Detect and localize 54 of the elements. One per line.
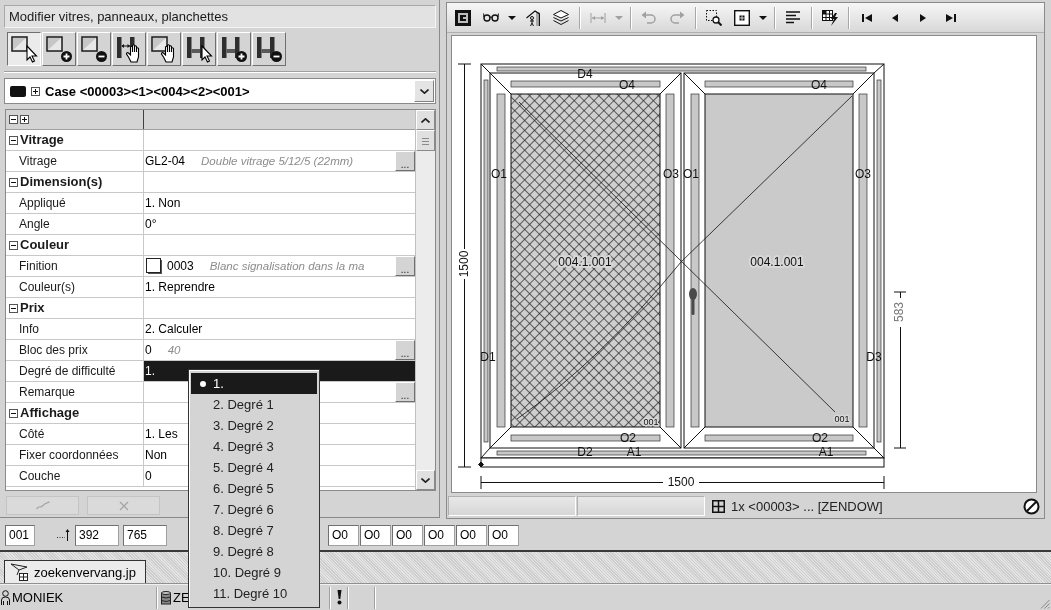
property-note: Double vitrage 5/12/5 (22mm) <box>201 155 354 167</box>
dimension-label: 1500 <box>667 475 695 489</box>
profile-label: O1 <box>491 167 507 181</box>
property-label: Couleur(s) <box>6 277 144 298</box>
property-label: Côté <box>6 424 144 445</box>
pane-label: 004.1.001 <box>750 255 804 269</box>
pane-code: 001 <box>834 414 850 424</box>
category-title: Dimension(s) <box>20 173 103 191</box>
property-label: Fixer coordonnées <box>6 445 144 466</box>
profile-label: D1 <box>480 350 496 364</box>
dimension-label: 583 <box>892 302 906 322</box>
status-text: 1x <00003> ... [ZENDOW] <box>731 498 883 514</box>
panel-title: Modifier vitres, panneaux, planchettes <box>4 5 436 28</box>
category-title: Prix <box>20 299 45 317</box>
profile-label: O2 <box>620 431 636 445</box>
dimension-label: 1500 <box>457 250 471 278</box>
category-title: Couleur <box>20 236 70 254</box>
property-note: Blanc signalisation dans la ma <box>209 260 365 272</box>
property-note: 40 <box>167 344 181 356</box>
property-label: Angle <box>6 214 144 235</box>
profile-label: O4 <box>619 78 635 92</box>
profile-label: O4 <box>811 78 827 92</box>
property-label: Couche <box>6 466 144 487</box>
profile-label: D3 <box>866 350 882 364</box>
property-label: Vitrage <box>6 151 144 172</box>
property-label: Remarque <box>6 382 144 403</box>
profile-label: O2 <box>812 431 828 445</box>
database-name: ZE <box>173 590 190 605</box>
profile-label: D2 <box>577 445 593 459</box>
property-label: Info <box>6 319 144 340</box>
profile-label: A1 <box>626 445 642 459</box>
profile-label: O1 <box>683 167 699 181</box>
category-title: Vitrage <box>20 131 64 149</box>
property-value: 0003 <box>167 259 194 273</box>
property-value: 2. Calculer <box>145 322 203 336</box>
property-label: Appliqué <box>6 193 144 214</box>
property-value: 1. <box>145 364 155 378</box>
case-title: Case <00003><1><004><2><001> <box>45 83 250 99</box>
profile-label: O3 <box>663 167 679 181</box>
property-value: Non <box>145 448 167 462</box>
property-value: GL2-04 <box>145 154 186 168</box>
property-value: 1. Non <box>145 196 181 210</box>
property-value: 0° <box>145 217 157 231</box>
property-label: Finition <box>6 256 144 277</box>
property-label: Bloc des prix <box>6 340 144 361</box>
property-value: 0 <box>145 469 152 483</box>
property-value: 1. Les <box>145 427 178 441</box>
property-value: 1. Reprendre <box>145 280 216 294</box>
category-title: Affichage <box>20 404 80 422</box>
profile-label: D4 <box>577 67 593 81</box>
user-name: MONIEK <box>12 590 64 605</box>
profile-label: O3 <box>855 167 871 181</box>
property-value: 0 <box>145 343 152 357</box>
profile-label: A1 <box>818 445 834 459</box>
